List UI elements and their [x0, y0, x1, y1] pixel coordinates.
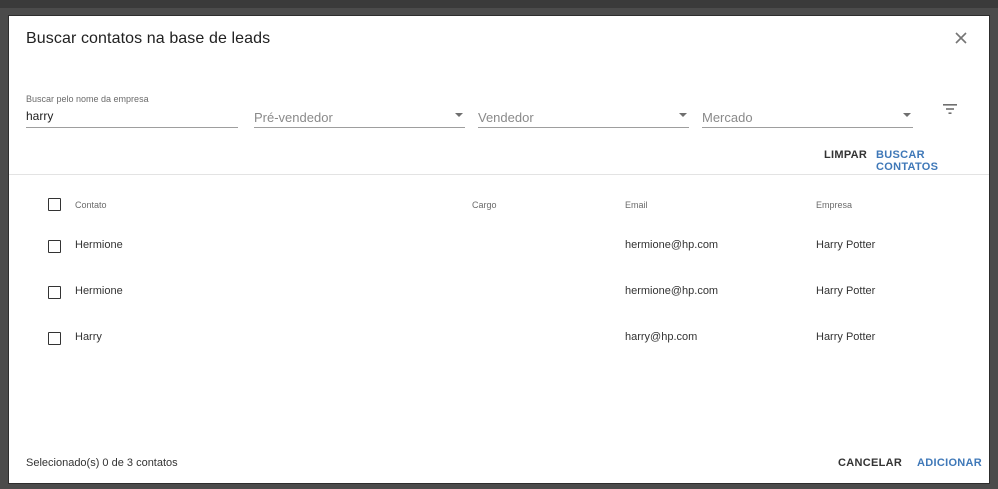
cell-contato: Hermione: [75, 285, 123, 297]
cell-contato: Harry: [75, 331, 102, 343]
close-button[interactable]: [951, 28, 971, 48]
backdrop: [0, 0, 998, 8]
field-underline: [26, 127, 238, 128]
chevron-down-icon: [455, 113, 463, 117]
company-search-field[interactable]: Buscar pelo nome da empresa harry: [26, 88, 238, 128]
filter-button[interactable]: [941, 102, 959, 116]
field-underline: [254, 127, 465, 128]
market-select[interactable]: Mercado: [702, 88, 913, 128]
cell-empresa: Harry Potter: [816, 331, 876, 343]
column-header-email: Email: [625, 200, 648, 210]
chevron-down-icon: [679, 113, 687, 117]
selection-count: Selecionado(s) 0 de 3 contatos: [26, 457, 178, 469]
column-header-cargo: Cargo: [472, 200, 497, 210]
dialog-title: Buscar contatos na base de leads: [26, 30, 271, 47]
cell-contato: Hermione: [75, 239, 123, 251]
select-all-checkbox[interactable]: [48, 198, 61, 211]
close-icon: [955, 32, 967, 44]
seller-select[interactable]: Vendedor: [478, 88, 689, 128]
search-contacts-dialog: Buscar contatos na base de leads Buscar …: [9, 16, 989, 483]
cell-empresa: Harry Potter: [816, 285, 876, 297]
cancel-button[interactable]: CANCELAR: [838, 457, 902, 469]
cell-email: hermione@hp.com: [625, 285, 719, 297]
field-underline: [478, 127, 689, 128]
field-underline: [702, 127, 913, 128]
add-button[interactable]: ADICIONAR: [917, 457, 982, 469]
row-checkbox[interactable]: [48, 240, 61, 253]
chevron-down-icon: [903, 113, 911, 117]
row-checkbox[interactable]: [48, 286, 61, 299]
search-contacts-button[interactable]: BUSCAR CONTATOS: [876, 149, 989, 173]
column-header-empresa: Empresa: [816, 200, 853, 210]
clear-button[interactable]: LIMPAR: [824, 149, 867, 161]
cell-email: harry@hp.com: [625, 331, 698, 343]
row-checkbox[interactable]: [48, 332, 61, 345]
cell-email: hermione@hp.com: [625, 239, 719, 251]
table-header: Contato Cargo Email Empresa: [9, 194, 989, 218]
company-search-label: Buscar pelo nome da empresa: [26, 94, 149, 104]
table-row[interactable]: Harry harry@hp.com Harry Potter: [9, 329, 989, 369]
filter-list-icon: [943, 104, 957, 114]
table-row[interactable]: Hermione hermione@hp.com Harry Potter: [9, 283, 989, 323]
seller-placeholder: Vendedor: [478, 110, 534, 125]
table-row[interactable]: Hermione hermione@hp.com Harry Potter: [9, 237, 989, 277]
company-search-input[interactable]: harry: [26, 109, 53, 123]
column-header-contato: Contato: [75, 200, 107, 210]
cell-empresa: Harry Potter: [816, 239, 876, 251]
presales-select[interactable]: Pré-vendedor: [254, 88, 465, 128]
divider: [9, 174, 989, 175]
presales-placeholder: Pré-vendedor: [254, 110, 333, 125]
market-placeholder: Mercado: [702, 110, 753, 125]
